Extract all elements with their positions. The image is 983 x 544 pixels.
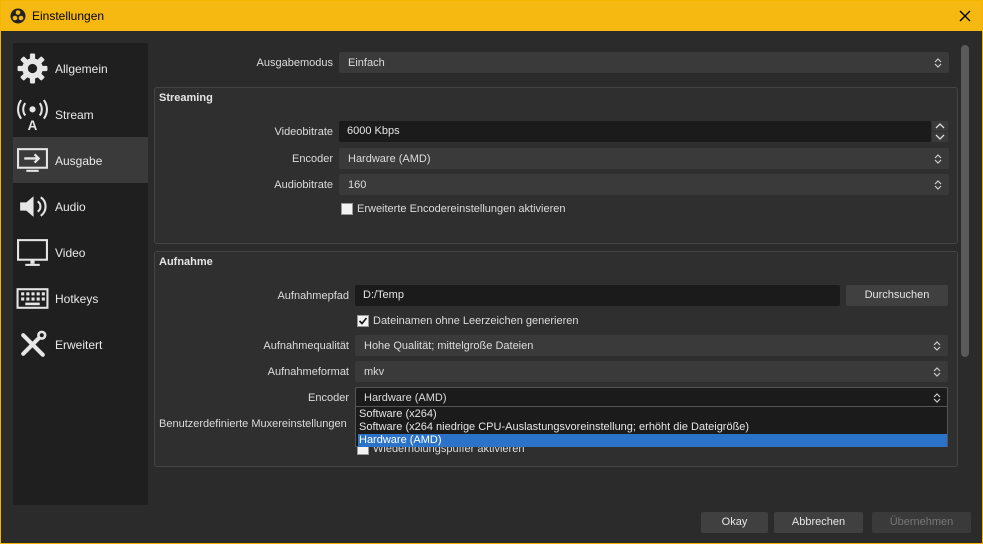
recording-path-input[interactable]: D:/Temp xyxy=(355,285,840,306)
speaker-icon xyxy=(20,196,47,217)
sidebar-item-hotkeys[interactable]: Hotkeys xyxy=(13,275,148,321)
video-bitrate-value: 6000 Kbps xyxy=(347,125,400,137)
recording-format-value: mkv xyxy=(364,366,385,378)
recording-quality-select[interactable]: Hohe Qualität; mittelgroße Dateien xyxy=(355,335,948,356)
scrollbar-thumb[interactable] xyxy=(961,45,969,357)
stream-encoder-select[interactable]: Hardware (AMD) xyxy=(339,148,949,169)
recording-path-value: D:/Temp xyxy=(363,289,404,301)
broadcast-icon: A xyxy=(17,99,48,131)
output-mode-value: Einfach xyxy=(348,57,385,69)
sidebar-item-ausgabe[interactable]: Ausgabe xyxy=(13,137,148,183)
monitor-icon xyxy=(17,239,48,266)
sidebar-item-audio[interactable]: Audio xyxy=(13,183,148,229)
window-title: Einstellungen xyxy=(32,9,105,23)
keyboard-icon xyxy=(16,288,49,309)
stream-encoder-value: Hardware (AMD) xyxy=(348,153,431,165)
recording-title: Aufnahme xyxy=(159,256,213,268)
updown-arrow-icon xyxy=(934,58,942,68)
recording-quality-value: Hohe Qualität; mittelgroße Dateien xyxy=(364,340,534,352)
stream-encoder-label: Encoder xyxy=(292,153,333,165)
recording-quality-label: Aufnahmequalität xyxy=(263,340,349,352)
updown-arrow-icon xyxy=(933,341,941,351)
recording-encoder-value: Hardware (AMD) xyxy=(364,392,447,404)
custom-muxer-label: Benutzerdefinierte Muxereinstellungen xyxy=(159,418,347,430)
checkmark-icon xyxy=(358,317,368,325)
dropdown-option-selected[interactable]: Hardware (AMD) xyxy=(358,434,947,447)
gear-icon xyxy=(17,53,48,84)
audio-bitrate-label: Audiobitrate xyxy=(274,179,333,191)
cancel-button[interactable]: Abbrechen xyxy=(774,512,863,533)
sidebar-item-label: Ausgabe xyxy=(55,154,103,168)
browse-button[interactable]: Durchsuchen xyxy=(846,285,948,306)
close-icon[interactable] xyxy=(954,5,976,27)
settings-window: Einstellungen Allgemein A Stream Ausgabe… xyxy=(0,0,983,544)
sidebar-item-stream[interactable]: A Stream xyxy=(13,91,148,137)
no-spaces-checkbox[interactable] xyxy=(357,315,369,327)
sidebar-item-label: Audio xyxy=(55,200,86,214)
spinner-arrows-icon[interactable] xyxy=(932,121,948,142)
ok-button[interactable]: Okay xyxy=(701,512,768,533)
tools-icon xyxy=(21,330,47,357)
svg-text:A: A xyxy=(28,118,38,131)
output-icon xyxy=(17,148,48,172)
sidebar-item-label: Erweitert xyxy=(55,338,103,352)
recording-path-label: Aufnahmepfad xyxy=(277,290,349,302)
apply-button[interactable]: Übernehmen xyxy=(872,512,971,533)
advanced-encoder-label: Erweiterte Encodereinstellungen aktivier… xyxy=(357,203,566,215)
sidebar-item-erweitert[interactable]: Erweitert xyxy=(13,321,148,367)
obs-logo-icon xyxy=(10,8,26,24)
sidebar-item-label: Hotkeys xyxy=(55,292,99,306)
updown-arrow-icon xyxy=(934,180,942,190)
title-bar: Einstellungen xyxy=(1,1,982,31)
recording-encoder-select[interactable]: Hardware (AMD) xyxy=(355,387,948,408)
settings-sidebar: Allgemein A Stream Ausgabe Audio Video H… xyxy=(13,43,148,505)
video-bitrate-label: Videobitrate xyxy=(274,126,333,138)
sidebar-item-video[interactable]: Video xyxy=(13,229,148,275)
audio-bitrate-select[interactable]: 160 xyxy=(339,174,949,195)
advanced-encoder-checkbox[interactable] xyxy=(341,203,353,215)
output-mode-label: Ausgabemodus xyxy=(256,57,333,69)
recording-format-label: Aufnahmeformat xyxy=(267,366,349,378)
updown-arrow-icon xyxy=(933,393,941,403)
sidebar-item-allgemein[interactable]: Allgemein xyxy=(13,45,148,91)
encoder-dropdown-list: Software (x264) Software (x264 niedrige … xyxy=(355,406,948,447)
no-spaces-label: Dateinamen ohne Leerzeichen generieren xyxy=(373,315,579,327)
recording-format-select[interactable]: mkv xyxy=(355,361,948,382)
sidebar-item-label: Allgemein xyxy=(55,62,108,76)
streaming-title: Streaming xyxy=(159,92,213,104)
updown-arrow-icon xyxy=(934,154,942,164)
recording-encoder-label: Encoder xyxy=(308,392,349,404)
dropdown-option[interactable]: Software (x264) xyxy=(358,408,947,421)
dropdown-option[interactable]: Software (x264 niedrige CPU-Auslastungsv… xyxy=(358,421,947,434)
settings-scrollbar[interactable] xyxy=(959,43,971,505)
sidebar-item-label: Stream xyxy=(55,108,94,122)
output-mode-select[interactable]: Einfach xyxy=(339,52,949,73)
audio-bitrate-value: 160 xyxy=(348,179,367,191)
video-bitrate-input[interactable]: 6000 Kbps xyxy=(339,121,931,142)
updown-arrow-icon xyxy=(933,367,941,377)
sidebar-item-label: Video xyxy=(55,246,86,260)
